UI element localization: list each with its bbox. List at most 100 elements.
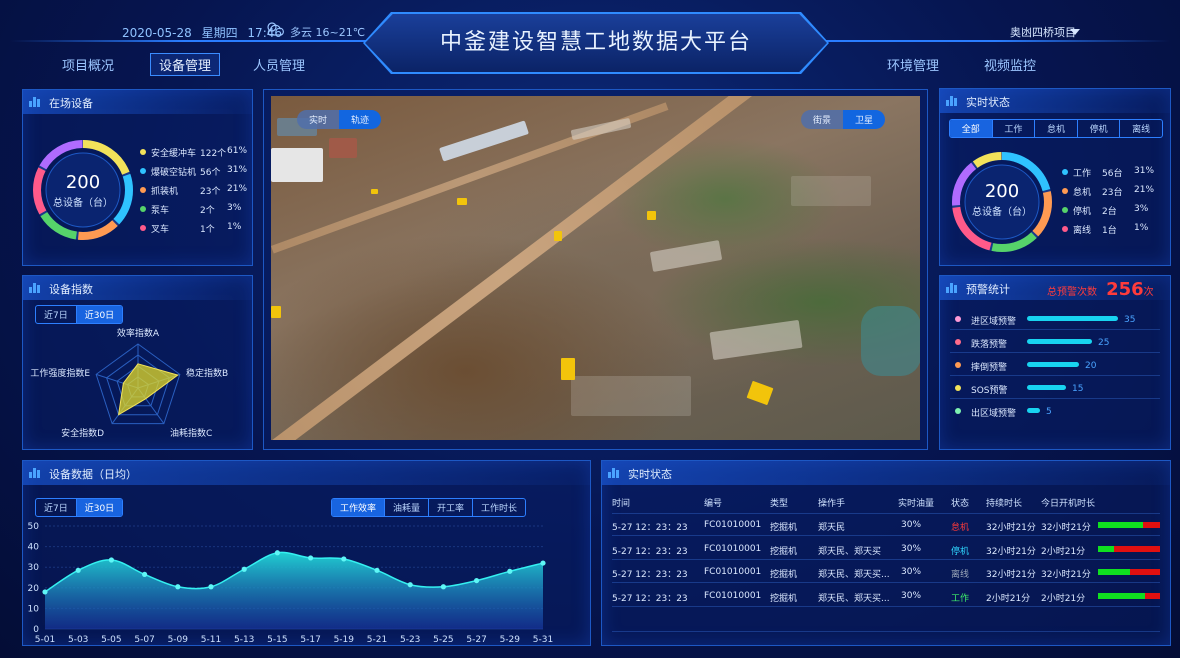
excavator-marker[interactable] xyxy=(647,211,656,220)
divider xyxy=(950,398,1160,399)
legend-dot xyxy=(140,206,146,212)
divider xyxy=(950,375,1160,376)
excavator-marker[interactable] xyxy=(271,306,281,318)
data-point[interactable] xyxy=(208,584,214,590)
cell-time: 5-27 12：23：23 xyxy=(612,593,688,604)
excavator-marker[interactable] xyxy=(554,231,562,241)
alarm-value: 15 xyxy=(1072,384,1084,394)
x-tick-label: 5-23 xyxy=(400,635,420,645)
excavator-marker[interactable] xyxy=(561,358,575,380)
nav-item-environment[interactable]: 环境管理 xyxy=(887,55,939,74)
x-tick-label: 5-15 xyxy=(267,635,287,645)
cell-time: 5-27 12：23：23 xyxy=(612,523,688,533)
x-tick-label: 5-31 xyxy=(533,635,553,645)
data-point[interactable] xyxy=(175,584,181,590)
x-tick-label: 5-19 xyxy=(334,635,355,645)
data-point[interactable] xyxy=(407,582,413,588)
map-water xyxy=(861,306,920,376)
status-legend-item: 工作 56台 31% xyxy=(1062,166,1154,179)
data-point[interactable] xyxy=(108,557,114,563)
data-point[interactable] xyxy=(75,567,81,573)
onsite-legend-item: 泵车 2个 3% xyxy=(140,203,241,216)
x-tick-label: 5-03 xyxy=(68,635,88,645)
nav-item-personnel[interactable]: 人员管理 xyxy=(253,55,305,74)
data-point[interactable] xyxy=(42,589,48,595)
usage-bar-fill xyxy=(1098,522,1144,528)
tab-offline[interactable]: 离线 xyxy=(1120,120,1162,137)
daily-range-tabs: 近7日 近30日 xyxy=(35,498,124,517)
cell-time: 5-27 12：23：23 xyxy=(612,546,688,557)
map-mode-toggle: 实时 轨迹 xyxy=(297,110,382,129)
legend-count: 1台 xyxy=(1102,226,1117,236)
cell-today: 2小时21分 xyxy=(1041,593,1086,604)
tab-start-rate[interactable]: 开工率 xyxy=(429,499,474,516)
usage-bar-fill xyxy=(1098,545,1114,552)
alarm-bar xyxy=(1027,339,1092,344)
radar-axis-label: 工作强度指数E xyxy=(30,367,90,379)
x-tick-label: 5-13 xyxy=(234,635,254,645)
tab-realtime[interactable]: 实时 xyxy=(297,110,340,129)
x-tick-label: 5-01 xyxy=(35,635,55,645)
panel-title: 设备指数 xyxy=(49,283,93,296)
alarm-label: SOS预警 xyxy=(971,386,1008,396)
map-slab xyxy=(649,240,723,272)
data-point[interactable] xyxy=(540,560,546,566)
data-point[interactable] xyxy=(507,568,513,574)
legend-dot xyxy=(1062,169,1068,175)
data-point[interactable] xyxy=(308,555,314,561)
nav-item-equipment[interactable]: 设备管理 xyxy=(150,53,221,76)
data-point[interactable] xyxy=(341,556,347,562)
panel-header: 实时状态 xyxy=(940,89,1170,113)
cell-id: FC01010001 xyxy=(704,520,762,530)
excavator-marker[interactable] xyxy=(457,198,467,205)
data-point[interactable] xyxy=(474,577,480,584)
onsite-legend-item: 安全缓冲车 122个 61% xyxy=(140,146,247,159)
cell-today: 32小时21分 xyxy=(1041,570,1091,580)
tab-working[interactable]: 工作 xyxy=(993,120,1036,137)
data-point[interactable] xyxy=(440,584,446,590)
alarm-label: 出区域预警 xyxy=(971,409,1017,419)
usage-bar xyxy=(1098,592,1160,599)
tab-street[interactable]: 街景 xyxy=(801,110,844,129)
onsite-legend-item: 抓装机 23个 21% xyxy=(140,184,247,197)
excavator-marker[interactable] xyxy=(746,380,774,406)
legend-dot xyxy=(1062,226,1068,232)
tab-all[interactable]: 全部 xyxy=(950,120,993,137)
radar-axis-label: 安全指数D xyxy=(61,427,104,439)
legend-label: 工作 xyxy=(1073,169,1092,179)
legend-count: 1个 xyxy=(200,225,215,235)
tab-fuel[interactable]: 油耗量 xyxy=(385,499,430,516)
cell-fuel: 30% xyxy=(901,590,922,601)
chevron-down-icon[interactable] xyxy=(1070,29,1080,35)
project-select[interactable]: 奥凼四桥项目 xyxy=(1010,24,1076,40)
data-point[interactable] xyxy=(274,550,280,556)
cell-duration: 32小时21分 xyxy=(986,523,1036,533)
status-filter-tabs: 全部 工作 怠机 停机 离线 xyxy=(949,119,1163,138)
bars-icon xyxy=(608,468,622,478)
tab-7-days[interactable]: 近7日 xyxy=(36,499,77,516)
alarm-bar xyxy=(1027,362,1079,367)
site-aerial-map[interactable]: 实时 轨迹 街景 卫星 xyxy=(271,96,920,440)
data-point[interactable] xyxy=(142,571,148,578)
alarm-label: 摔倒预警 xyxy=(971,363,1008,373)
tab-30-days[interactable]: 近30日 xyxy=(76,499,123,516)
legend-dot xyxy=(1062,188,1068,194)
legend-label: 叉车 xyxy=(151,225,170,235)
tab-efficiency[interactable]: 工作效率 xyxy=(332,499,386,516)
data-point[interactable] xyxy=(241,566,247,572)
tab-stopped[interactable]: 停机 xyxy=(1078,120,1121,137)
nav-item-overview[interactable]: 项目概况 xyxy=(62,55,114,74)
cell-fuel: 30% xyxy=(901,520,922,530)
tab-idle[interactable]: 怠机 xyxy=(1035,120,1078,137)
data-point[interactable] xyxy=(374,567,380,573)
tab-work-hours[interactable]: 工作时长 xyxy=(473,499,525,516)
legend-count: 2个 xyxy=(200,206,215,216)
weekday-text: 星期四 xyxy=(201,26,238,40)
excavator-marker[interactable] xyxy=(371,189,378,194)
tab-track[interactable]: 轨迹 xyxy=(339,110,382,129)
tab-satellite[interactable]: 卫星 xyxy=(843,110,886,129)
panel-title: 在场设备 xyxy=(49,97,93,110)
table-header-cell: 时间 xyxy=(612,499,631,509)
nav-item-video[interactable]: 视频监控 xyxy=(984,55,1036,74)
legend-count: 23台 xyxy=(1102,188,1123,198)
